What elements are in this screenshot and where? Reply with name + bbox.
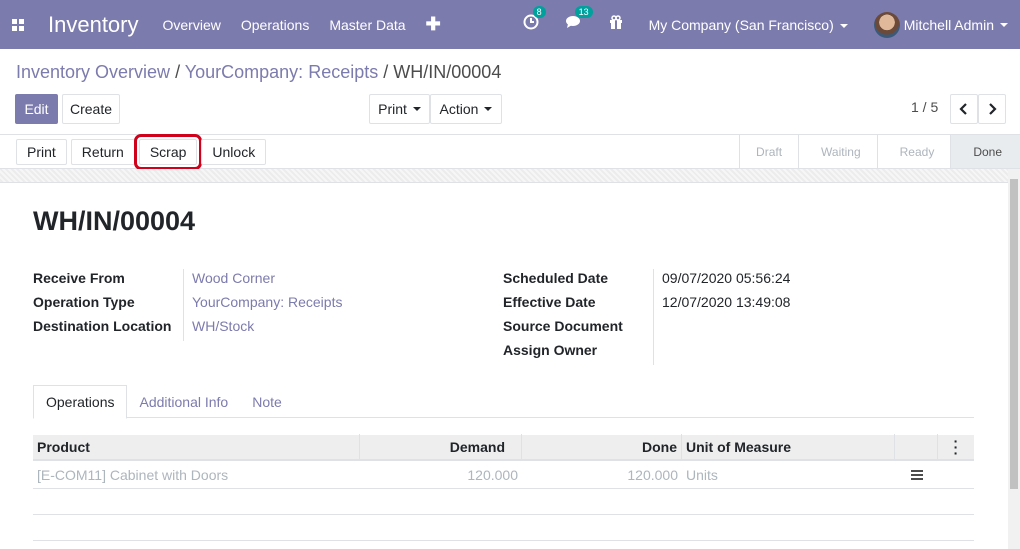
pager-next-button[interactable] — [978, 94, 1006, 124]
breadcrumb: Inventory Overview / YourCompany: Receip… — [16, 62, 501, 83]
status-stages: Draft Waiting Ready Done — [739, 135, 1020, 168]
breadcrumb-separator: / — [175, 62, 181, 82]
header-detail — [895, 434, 938, 460]
stage-draft: Draft — [739, 135, 798, 168]
messaging-menu[interactable]: 13 — [565, 6, 593, 35]
return-button[interactable]: Return — [70, 139, 135, 165]
stage-ready: Ready — [876, 135, 951, 168]
destination-location-value[interactable]: WH/Stock — [183, 317, 254, 341]
user-name: Mitchell Admin — [903, 16, 994, 33]
operation-type-value[interactable]: YourCompany: Receipts — [183, 293, 342, 317]
chevron-down-icon — [484, 107, 493, 111]
source-document-label: Source Document — [503, 318, 623, 334]
stage-waiting: Waiting — [798, 135, 877, 168]
record-title: WH/IN/00004 — [33, 206, 196, 236]
avatar — [873, 11, 900, 38]
breadcrumb-separator: / — [383, 62, 389, 82]
print-button[interactable]: Print — [16, 139, 67, 165]
apps-menu-icon[interactable] — [0, 0, 36, 49]
notebook-tabs: Operations Additional Info Note — [33, 385, 974, 419]
assign-owner-value — [653, 341, 662, 365]
destination-location-label: Destination Location — [33, 318, 172, 334]
action-dropdown-label: Action — [439, 101, 479, 117]
messages-badge: 13 — [574, 6, 593, 18]
kebab-icon: · · · — [953, 433, 959, 461]
create-button[interactable]: Create — [62, 94, 120, 124]
assign-owner-label: Assign Owner — [503, 342, 598, 358]
effective-date-value: 12/07/2020 13:49:08 — [653, 293, 790, 317]
right-field-group: Scheduled Date 09/07/2020 05:56:24 Effec… — [503, 269, 790, 365]
pager-previous-button[interactable] — [950, 94, 978, 124]
effective-date-label: Effective Date — [503, 294, 596, 310]
unlock-button[interactable]: Unlock — [201, 139, 267, 165]
header-unit-of-measure[interactable]: Unit of Measure — [682, 434, 895, 460]
tab-additional-info[interactable]: Additional Info — [127, 385, 240, 418]
receive-from-value[interactable]: Wood Corner — [183, 269, 275, 293]
header-product[interactable]: Product — [33, 434, 360, 460]
table-header: Product Demand Done Unit of Measure · · · — [33, 434, 974, 461]
cell-product: [E-COM11] Cabinet with Doors — [37, 466, 229, 483]
scrollbar-thumb[interactable] — [1010, 179, 1018, 489]
tab-note[interactable]: Note — [240, 385, 294, 418]
empty-row — [33, 515, 974, 541]
list-icon — [910, 468, 923, 482]
status-bar: Print Return Scrap Unlock Draft Waiting … — [0, 134, 1020, 170]
gift-icon[interactable] — [609, 15, 623, 34]
cell-demand: 120.000 — [467, 466, 518, 483]
print-dropdown-label: Print — [378, 101, 407, 117]
menu-overview[interactable]: Overview — [163, 17, 221, 33]
cell-done: 120.000 — [627, 466, 678, 483]
edit-button[interactable]: Edit — [15, 94, 58, 124]
table-row[interactable]: [E-COM11] Cabinet with Doors 120.000 120… — [33, 461, 974, 489]
receive-from-label: Receive From — [33, 270, 125, 286]
operation-type-label: Operation Type — [33, 294, 135, 310]
activity-menu[interactable]: 8 — [523, 6, 546, 35]
print-dropdown[interactable]: Print — [369, 94, 430, 124]
operations-table: Product Demand Done Unit of Measure · · · … — [33, 434, 974, 541]
chevron-down-icon — [1000, 22, 1008, 27]
chevron-right-icon — [989, 103, 997, 115]
breadcrumb-receipts[interactable]: YourCompany: Receipts — [185, 62, 378, 82]
breadcrumb-current: WH/IN/00004 — [393, 62, 502, 82]
stage-done: Done — [950, 135, 1020, 168]
chevron-down-icon — [412, 107, 421, 111]
scheduled-date-label: Scheduled Date — [503, 270, 609, 286]
row-spacer — [938, 461, 974, 489]
tab-operations[interactable]: Operations — [33, 385, 128, 419]
menu-operations[interactable]: Operations — [241, 17, 309, 33]
company-name: My Company (San Francisco) — [648, 16, 834, 33]
top-navbar: Inventory Overview Operations Master Dat… — [0, 0, 1020, 49]
activity-badge: 8 — [532, 6, 546, 18]
action-dropdown[interactable]: Action — [430, 94, 502, 124]
chevron-down-icon — [839, 23, 848, 28]
cell-uom: Units — [686, 466, 718, 483]
scrap-button[interactable]: Scrap — [133, 134, 203, 170]
chevron-left-icon — [959, 103, 967, 115]
app-title[interactable]: Inventory — [48, 12, 139, 38]
company-switcher[interactable]: My Company (San Francisco) — [649, 17, 848, 33]
user-menu[interactable]: Mitchell Admin — [873, 11, 1008, 38]
scheduled-date-value: 09/07/2020 05:56:24 — [653, 269, 790, 293]
menu-master-data[interactable]: Master Data — [329, 17, 405, 33]
empty-row — [33, 489, 974, 515]
left-field-group: Receive From Wood Corner Operation Type … — [33, 269, 342, 341]
detailed-operations-button[interactable] — [895, 461, 938, 489]
pager-value[interactable]: 1 / 5 — [911, 99, 938, 115]
optional-columns-toggle[interactable]: · · · — [938, 434, 974, 460]
plus-icon[interactable]: ✚ — [426, 14, 441, 35]
scrollbar[interactable] — [1008, 169, 1020, 549]
source-document-value — [653, 317, 662, 341]
breadcrumb-inventory-overview[interactable]: Inventory Overview — [16, 62, 170, 82]
header-demand[interactable]: Demand — [360, 434, 522, 460]
header-done[interactable]: Done — [522, 434, 682, 460]
